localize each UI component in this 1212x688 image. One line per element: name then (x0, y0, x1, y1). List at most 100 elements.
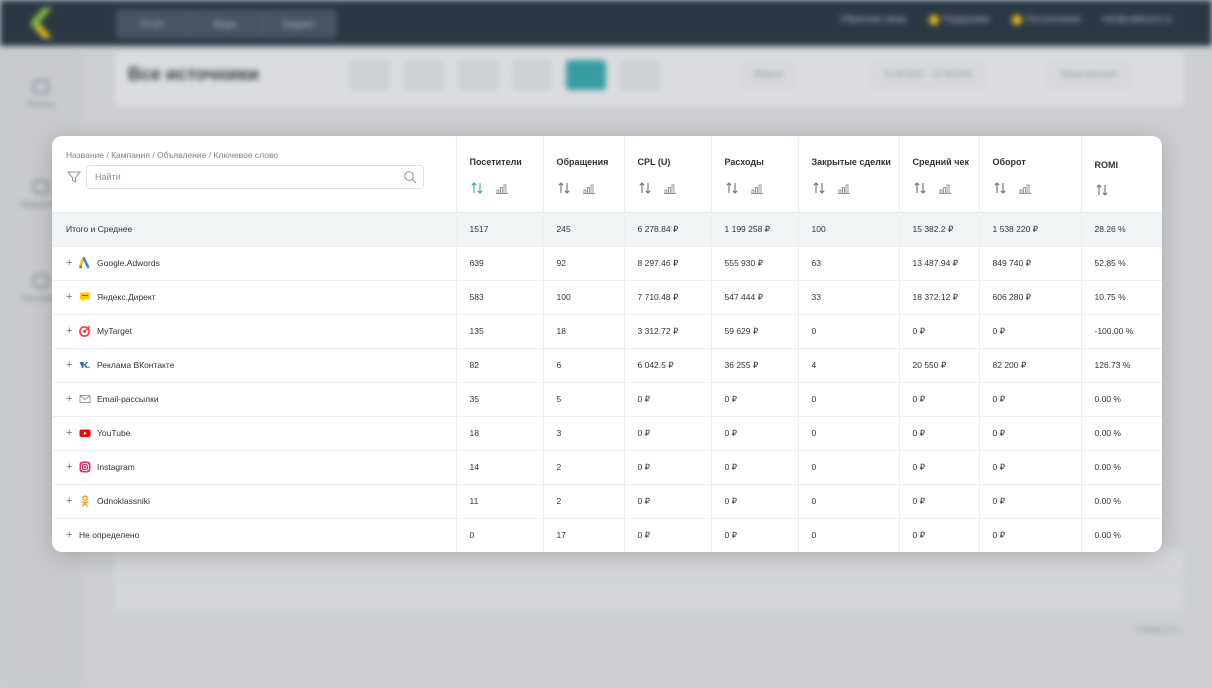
column-header: Обращения (542, 136, 624, 212)
table-cell: 849 740 ₽ (978, 245, 1081, 280)
source-label[interactable]: YouTube (97, 428, 130, 438)
sort-icon[interactable] (557, 181, 571, 195)
table-cell: 0 ₽ (978, 381, 1081, 416)
column-header: Средний чек (898, 136, 979, 212)
instagram-icon (79, 461, 91, 473)
bar-chart-icon[interactable] (495, 181, 509, 195)
table-row[interactable]: + Яндекс.Директ 583 100 7 710.48 ₽ 547 4… (52, 279, 1162, 314)
table-cell: 82 (455, 347, 543, 382)
expand-icon[interactable]: + (66, 529, 79, 541)
bar-chart-icon[interactable] (750, 181, 764, 195)
column-header: ROMI (1080, 136, 1162, 212)
total-cell: 6 278.84 ₽ (623, 211, 711, 246)
table-cell: 0 ₽ (623, 381, 711, 416)
yandex-direct-icon (80, 292, 90, 302)
table-cell: 10.75 % (1080, 279, 1162, 314)
source-cell: + Instagram (52, 449, 456, 484)
source-cell: + Email-рассылки (52, 381, 456, 416)
table-cell: 63 (797, 245, 899, 280)
column-title: Оборот (992, 157, 1026, 167)
table-cell: 0 (797, 449, 899, 484)
table-cell: 0 ₽ (710, 517, 798, 552)
expand-icon[interactable]: + (66, 461, 79, 473)
table-cell: 100 (542, 279, 624, 314)
total-cell: 100 (797, 211, 899, 246)
table-cell: 0 ₽ (898, 415, 979, 450)
table-cell: 0 ₽ (710, 415, 798, 450)
source-label[interactable]: Email-рассылки (97, 394, 159, 404)
bar-chart-icon[interactable] (938, 181, 952, 195)
source-label[interactable]: MyTarget (97, 326, 132, 336)
sort-icon[interactable] (913, 181, 927, 195)
column-header: Оборот (978, 136, 1081, 212)
bar-chart-icon[interactable] (582, 181, 596, 195)
expand-icon[interactable]: + (66, 393, 79, 405)
table-cell: 0 ₽ (710, 449, 798, 484)
table-cell: 0 ₽ (898, 517, 979, 552)
table-row[interactable]: + MyTarget 135 18 3 312.72 ₽ 59 629 ₽ 0 … (52, 313, 1162, 348)
vk-icon (79, 362, 91, 368)
total-label: Итого и Среднее (52, 211, 456, 246)
sort-icon[interactable] (1095, 183, 1109, 197)
table-cell: 14 (455, 449, 543, 484)
report-table: Название / Кампания / Объявление / Ключе… (52, 136, 1162, 552)
table-cell: 639 (455, 245, 543, 280)
table-row[interactable]: + Реклама ВКонтакте 82 6 6 042.5 ₽ 36 25… (52, 347, 1162, 382)
table-row[interactable]: + YouTube 18 3 0 ₽ 0 ₽ 0 0 ₽ 0 ₽ 0.00 % (52, 415, 1162, 450)
column-title: Закрытые сделки (811, 157, 891, 167)
column-header: Расходы (710, 136, 798, 212)
bar-chart-icon[interactable] (837, 181, 851, 195)
source-label[interactable]: Яндекс.Директ (97, 292, 156, 302)
table-cell: 11 (455, 483, 543, 518)
table-cell: 0.00 % (1080, 381, 1162, 416)
source-cell: + Яндекс.Директ (52, 279, 456, 314)
column-title: Средний чек (912, 157, 969, 167)
table-cell: 0 ₽ (623, 415, 711, 450)
source-label[interactable]: Google.Adwords (97, 258, 160, 268)
table-cell: 555 930 ₽ (710, 245, 798, 280)
sort-icon[interactable] (470, 181, 484, 195)
expand-icon[interactable]: + (66, 325, 79, 337)
sort-icon[interactable] (725, 181, 739, 195)
sort-icon[interactable] (993, 181, 1007, 195)
bar-chart-icon[interactable] (663, 181, 677, 195)
total-cell: 1517 (455, 211, 543, 246)
column-title: Расходы (724, 157, 764, 167)
expand-icon[interactable]: + (66, 257, 79, 269)
source-label[interactable]: Odnoklassniki (97, 496, 150, 506)
source-label[interactable]: Реклама ВКонтакте (97, 360, 174, 370)
expand-icon[interactable]: + (66, 495, 79, 507)
mytarget-icon (79, 325, 91, 337)
table-row[interactable]: + Google.Adwords 639 92 8 297.46 ₽ 555 9… (52, 245, 1162, 280)
total-cell: 245 (542, 211, 624, 246)
bar-chart-icon[interactable] (1018, 181, 1032, 195)
table-row[interactable]: + Не определено 0 17 0 ₽ 0 ₽ 0 0 ₽ 0 ₽ 0… (52, 517, 1162, 552)
table-cell: 2 (542, 449, 624, 484)
total-cell: 1 199 258 ₽ (710, 211, 798, 246)
total-row: Итого и Среднее 1517 245 6 278.84 ₽ 1 19… (52, 211, 1162, 246)
total-cell: 1 538 220 ₽ (978, 211, 1081, 246)
source-label[interactable]: Instagram (97, 462, 135, 472)
table-row[interactable]: + Email-рассылки 35 5 0 ₽ 0 ₽ 0 0 ₽ 0 ₽ … (52, 381, 1162, 416)
table-row[interactable]: + Instagram 14 2 0 ₽ 0 ₽ 0 0 ₽ 0 ₽ 0.00 … (52, 449, 1162, 484)
expand-icon[interactable]: + (66, 359, 79, 371)
source-label[interactable]: Не определено (79, 530, 139, 540)
expand-icon[interactable]: + (66, 291, 79, 303)
search-icon[interactable] (403, 170, 417, 184)
table-cell: 0 (797, 415, 899, 450)
sort-icon[interactable] (638, 181, 652, 195)
filter-icon[interactable] (66, 170, 82, 184)
table-cell: 0 ₽ (978, 415, 1081, 450)
search-input[interactable] (87, 166, 387, 188)
table-row[interactable]: + Odnoklassniki 11 2 0 ₽ 0 ₽ 0 0 ₽ 0 ₽ 0… (52, 483, 1162, 518)
sort-icon[interactable] (812, 181, 826, 195)
expand-icon[interactable]: + (66, 427, 79, 439)
table-cell: 59 629 ₽ (710, 313, 798, 348)
google-ads-icon (79, 257, 90, 269)
column-header: CPL (U) (623, 136, 711, 212)
table-cell: 92 (542, 245, 624, 280)
table-cell: 20 550 ₽ (898, 347, 979, 382)
source-cell: + Odnoklassniki (52, 483, 456, 518)
table-cell: 0 ₽ (710, 381, 798, 416)
table-cell: 0 ₽ (710, 483, 798, 518)
